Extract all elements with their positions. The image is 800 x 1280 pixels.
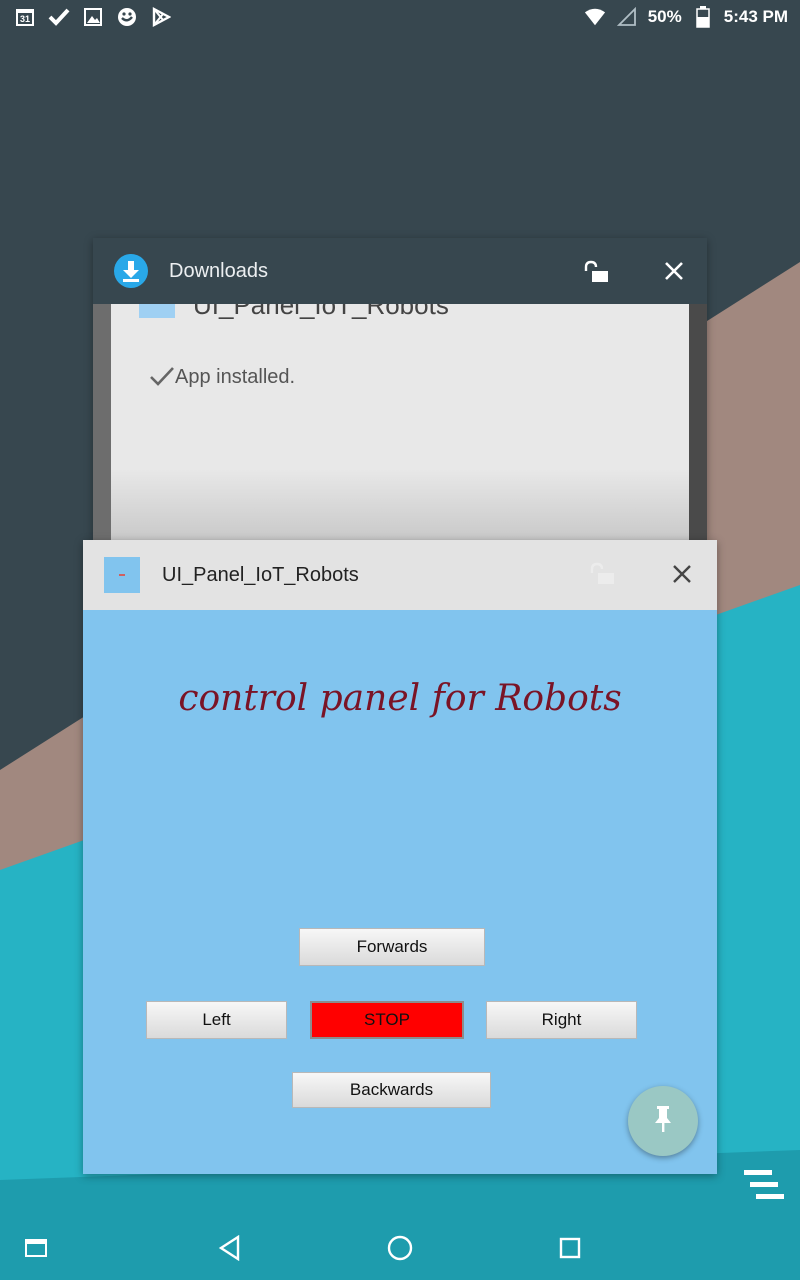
forwards-button[interactable]: Forwards (299, 928, 485, 966)
clock: 5:43 PM (723, 7, 788, 26)
downloaded-file-name: UI_Panel_IoT_Robots (193, 304, 449, 320)
downloads-card-header: Downloads (93, 238, 707, 304)
right-button[interactable]: Right (486, 1001, 637, 1039)
svg-text:31: 31 (20, 14, 30, 24)
backwards-button[interactable]: Backwards (292, 1072, 491, 1108)
folder-icon (139, 304, 175, 318)
app-card-title: UI_Panel_IoT_Robots (162, 564, 359, 586)
downloads-card-title: Downloads (169, 260, 268, 282)
calendar-icon: 31 (14, 6, 36, 28)
install-status-text: App installed. (175, 366, 296, 388)
downloads-side-strip (93, 304, 111, 540)
play-store-icon (150, 6, 172, 28)
status-bar: 31 50% 5:43 PM (0, 0, 800, 34)
notification-icons: 31 (14, 6, 172, 28)
cell-signal-icon (616, 6, 638, 28)
battery-percent: 50% (647, 7, 682, 26)
wifi-icon (584, 6, 606, 28)
battery-icon (692, 6, 714, 28)
recent-card-downloads[interactable]: Downloads UI_Panel_IoT_Robots App instal… (93, 238, 707, 540)
back-icon[interactable] (212, 1230, 248, 1266)
recents-window-icon[interactable] (18, 1230, 54, 1266)
pin-icon (650, 1104, 676, 1139)
home-icon[interactable] (382, 1230, 418, 1266)
downloads-card-preview: UI_Panel_IoT_Robots App installed. (111, 304, 689, 540)
navigation-bar (0, 1216, 800, 1280)
sync-icon (116, 6, 138, 28)
clear-all-button[interactable] (742, 1168, 786, 1204)
app-card-header: UI_Panel_IoT_Robots (83, 540, 717, 610)
downloads-app-icon (113, 253, 149, 289)
app-icon (104, 557, 140, 593)
close-icon[interactable] (670, 562, 694, 586)
clear-all-icon (742, 1170, 786, 1208)
control-panel-heading: control panel for Robots (178, 678, 622, 719)
system-status: 50% 5:43 PM (584, 6, 788, 28)
overview-icon[interactable] (552, 1230, 588, 1266)
lock-icon[interactable] (588, 562, 618, 591)
close-icon[interactable] (662, 259, 686, 283)
stop-button[interactable]: STOP (310, 1001, 464, 1039)
recent-card-ui-panel[interactable]: UI_Panel_IoT_Robots control panel for Ro… (83, 540, 717, 1174)
left-button[interactable]: Left (146, 1001, 287, 1039)
pin-screen-button[interactable] (628, 1086, 698, 1156)
installed-check-icon (149, 366, 175, 393)
downloads-side-strip-right (689, 304, 707, 540)
check-icon (48, 6, 70, 28)
lock-icon[interactable] (582, 260, 612, 289)
image-icon (82, 6, 104, 28)
